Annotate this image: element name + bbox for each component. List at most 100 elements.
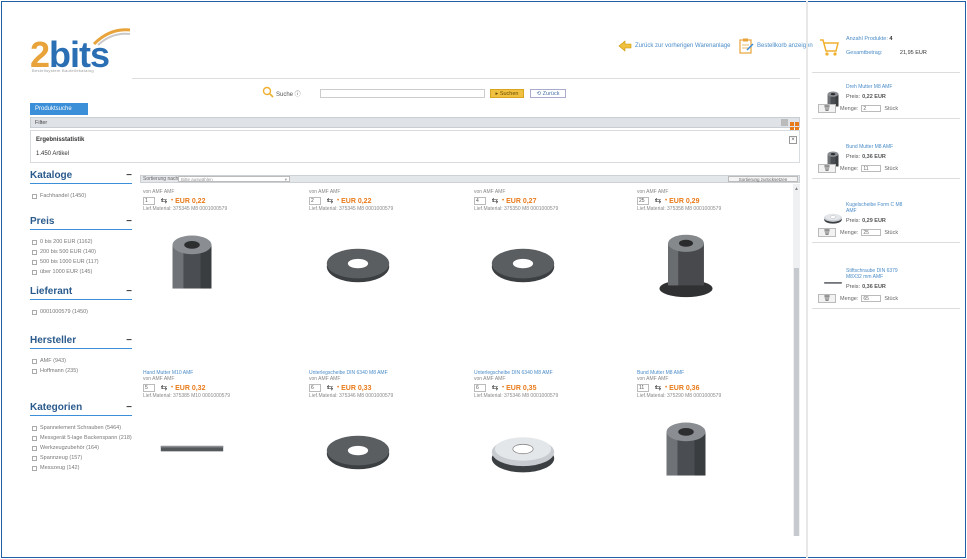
collapse-icon[interactable]: − [126, 402, 132, 413]
add-to-cart-icon[interactable]: ⇆ [489, 197, 501, 205]
collapse-icon[interactable]: − [126, 216, 132, 227]
checkbox[interactable] [32, 359, 37, 364]
product-image[interactable] [484, 410, 624, 490]
facet-option[interactable]: Spannzeug (157) [32, 455, 134, 462]
quantity-input[interactable]: 6 [474, 384, 486, 392]
product-card[interactable]: Hand Mutter M10 AMF von AMF AMF 5 ⇆ • EUR 0,3… [143, 370, 293, 490]
add-to-cart-icon[interactable]: ⇆ [489, 384, 501, 392]
facet-option[interactable]: 200 bis 500 EUR (140) [32, 249, 134, 256]
product-order-row: 25 ⇆ • EUR 0,29 [637, 196, 787, 206]
checkbox[interactable] [32, 250, 37, 255]
cart-item-title[interactable]: Bund Mutter M8 AMF [846, 144, 908, 150]
search-submit-button[interactable]: ▸ Suchen [490, 89, 524, 98]
filter-bar[interactable]: Filter [30, 117, 800, 128]
facet-option[interactable]: Spannelement Schrauben (5464) [32, 425, 134, 432]
remove-item-button[interactable]: 🗑 [818, 104, 836, 113]
product-card[interactable]: Unterlegscheibe DIN 6340 M8 AMF von AMF A… [309, 370, 459, 490]
checkbox[interactable] [32, 240, 37, 245]
product-card[interactable]: von AMF AMF 4 ⇆ • EUR 0,27 Lief.Material: 375… [474, 183, 624, 303]
nav-cart-link[interactable]: Bestellkorb anzeigen [738, 38, 813, 54]
add-to-cart-icon[interactable]: ⇆ [652, 384, 664, 392]
product-card[interactable]: von AMF AMF 2 ⇆ • EUR 0,22 Lief.Material: 375… [309, 183, 459, 303]
remove-item-button[interactable]: 🗑 [818, 294, 836, 303]
collapse-icon[interactable]: − [126, 335, 132, 346]
checkbox[interactable] [32, 194, 37, 199]
add-to-cart-icon[interactable]: ⇆ [158, 384, 170, 392]
facet-option[interactable]: Werkzeugzubehör (164) [32, 445, 134, 452]
facet-option[interactable]: Messzeug (142) [32, 465, 134, 472]
product-card[interactable]: von AMF AMF 25 ⇆ • EUR 0,29 Lief.Material: 37… [637, 183, 787, 303]
product-image[interactable] [319, 410, 459, 490]
facet-option-label: über 1000 EUR (145) [40, 269, 93, 275]
facet-option-label: 0 bis 200 EUR (1162) [40, 239, 93, 245]
cart-qty-input[interactable]: 2 [861, 105, 882, 112]
quantity-input[interactable]: 1 [143, 197, 155, 205]
checkbox[interactable] [32, 436, 37, 441]
sort-reset-button[interactable]: Sortierung zurücksetzen [728, 176, 798, 182]
quantity-input[interactable]: 11 [637, 384, 649, 392]
cart-qty-input[interactable]: 65 [861, 295, 882, 302]
facet-heading[interactable]: Preis − [30, 216, 132, 230]
close-icon[interactable]: × [789, 136, 797, 144]
quantity-input[interactable]: 5 [143, 384, 155, 392]
add-to-cart-icon[interactable]: ⇆ [158, 197, 170, 205]
facet-option[interactable]: Hoffmann (235) [32, 368, 134, 375]
quantity-input[interactable]: 2 [309, 197, 321, 205]
cart-qty-input[interactable]: 25 [861, 229, 882, 236]
search-input[interactable] [320, 89, 485, 98]
scroll-up-icon[interactable]: ▲ [794, 186, 799, 192]
cart-qty-input[interactable]: 11 [861, 165, 882, 172]
cart-item-title[interactable]: Stiftschraube DIN 6379 M8X32 mm AMF [846, 268, 908, 280]
checkbox[interactable] [32, 260, 37, 265]
facet-option[interactable]: 0001000579 (1450) [32, 309, 134, 316]
nav-back-link[interactable]: Zurück zur vorherigen Warenanlage [618, 40, 731, 52]
facet-heading[interactable]: Lieferant − [30, 286, 132, 300]
sort-select[interactable]: Bitte auswählen ▾ [178, 176, 290, 182]
facet-option[interactable]: AMF (943) [32, 358, 134, 365]
list-view-icon[interactable] [781, 119, 788, 126]
checkbox[interactable] [32, 466, 37, 471]
remove-item-button[interactable]: 🗑 [818, 164, 836, 173]
product-image[interactable] [647, 223, 787, 303]
cart-item-title[interactable]: Kugelscheibe Form C M8 AMF [846, 202, 908, 214]
remove-item-button[interactable]: 🗑 [818, 228, 836, 237]
collapse-icon[interactable]: − [126, 170, 132, 181]
checkbox[interactable] [32, 446, 37, 451]
facet-heading[interactable]: Kategorien − [30, 402, 132, 416]
checkbox[interactable] [32, 270, 37, 275]
collapse-icon[interactable]: − [126, 286, 132, 297]
facet-heading[interactable]: Kataloge − [30, 170, 132, 184]
facet-heading[interactable]: Hersteller − [30, 335, 132, 349]
checkbox[interactable] [32, 426, 37, 431]
cart-item-title[interactable]: Dreh Mutter M8 AMF [846, 84, 908, 90]
product-card[interactable]: Bund Mutter M8 AMF von AMF AMF 11 ⇆ • EUR 0,3… [637, 370, 787, 490]
product-card[interactable]: Unterlegscheibe DIN 6340 M8 AMF von AMF A… [474, 370, 624, 490]
product-card[interactable]: von AMF AMF 1 ⇆ • EUR 0,22 Lief.Material: 375… [143, 183, 293, 303]
quantity-input[interactable]: 6 [309, 384, 321, 392]
product-image[interactable] [484, 223, 624, 303]
product-image[interactable] [153, 223, 293, 303]
product-image[interactable] [153, 410, 293, 490]
add-to-cart-icon[interactable]: ⇆ [324, 384, 336, 392]
facet-option[interactable]: 500 bis 1000 EUR (117) [32, 259, 134, 266]
facet-option-label: 200 bis 500 EUR (140) [40, 249, 96, 255]
logo[interactable]: 2bits Bestellsystem Bauteilekatalog [30, 26, 140, 76]
facet-option[interactable]: über 1000 EUR (145) [32, 269, 134, 276]
add-to-cart-icon[interactable]: ⇆ [324, 197, 336, 205]
checkbox[interactable] [32, 456, 37, 461]
product-image[interactable] [319, 223, 459, 303]
quantity-input[interactable]: 4 [474, 197, 486, 205]
scrollbar-thumb[interactable] [794, 268, 799, 536]
add-to-cart-icon[interactable]: ⇆ [652, 197, 664, 205]
search-reset-button[interactable]: ⟲ Zurück [530, 89, 566, 98]
cart-item-qty-row: 🗑 Menge: 65 Stück [818, 294, 898, 303]
checkbox[interactable] [32, 369, 37, 374]
grid-view-icon[interactable] [790, 118, 799, 131]
product-image[interactable] [647, 410, 787, 490]
facet-option[interactable]: 0 bis 200 EUR (1162) [32, 239, 134, 246]
tab-produktsuche[interactable]: Produktsuche [30, 103, 88, 115]
quantity-input[interactable]: 25 [637, 197, 649, 205]
facet-option[interactable]: Fachhandel (1450) [32, 193, 134, 200]
facet-option[interactable]: Messgerät 5-lage Backenspann (218) [32, 435, 134, 442]
checkbox[interactable] [32, 310, 37, 315]
